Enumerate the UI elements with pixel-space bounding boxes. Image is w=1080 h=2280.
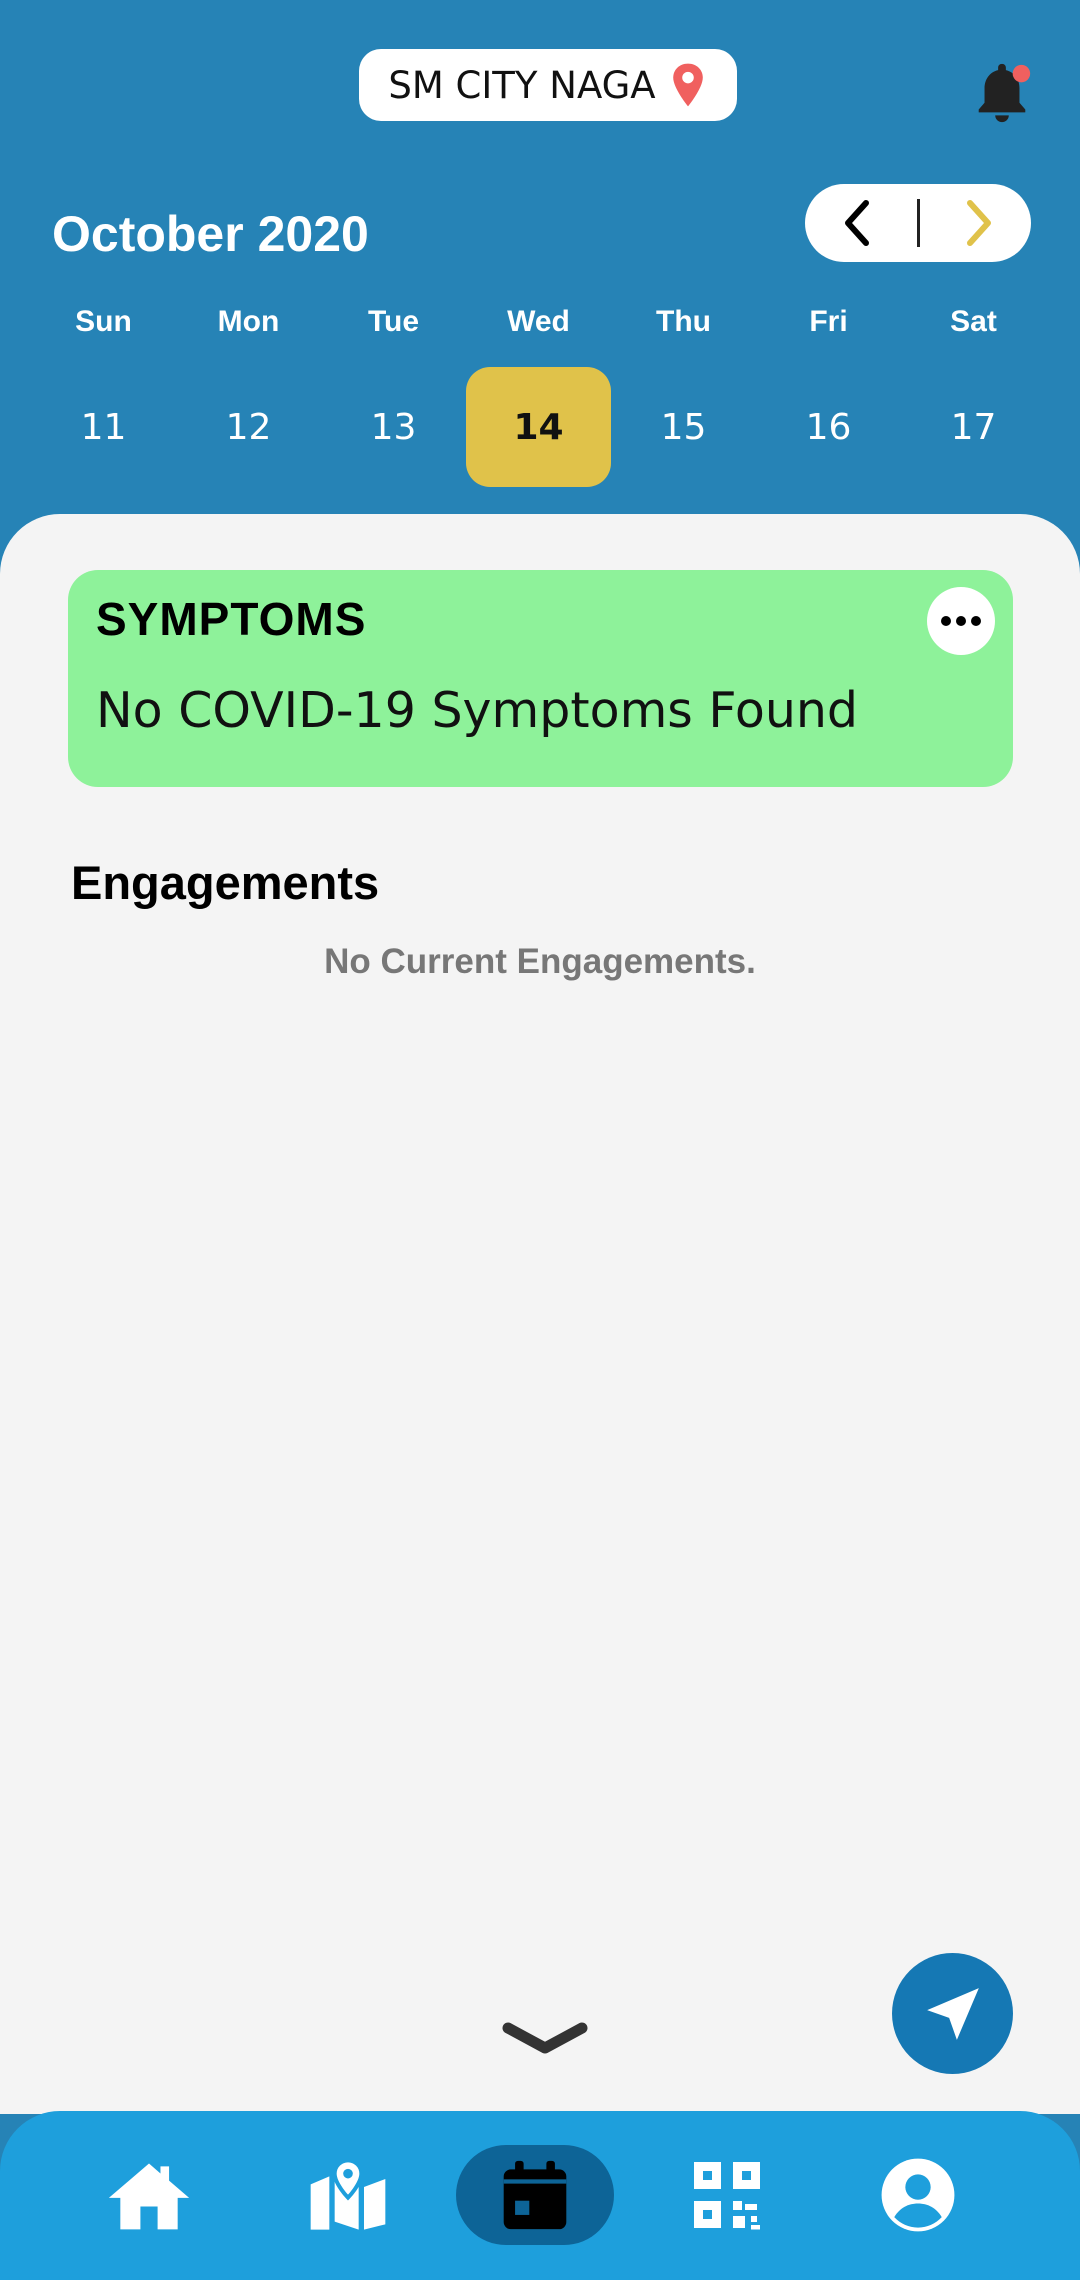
day-cell-selected[interactable]: 14 [466, 367, 611, 487]
day-number: 13 [370, 406, 417, 448]
weekday-label: Thu [656, 305, 711, 338]
engagements-title: Engagements [71, 856, 380, 909]
day-cell[interactable]: 12 [176, 367, 321, 487]
qr-code-icon [694, 2162, 760, 2230]
nav-map[interactable] [298, 2145, 398, 2245]
day-number: 12 [225, 406, 272, 448]
weekday-label: Wed [507, 305, 570, 338]
weekday-header: Sun Mon Tue Wed Thu Fri Sat [0, 305, 1080, 339]
day-cell[interactable]: 16 [756, 367, 901, 487]
nav-qr[interactable] [677, 2145, 777, 2245]
nav-divider [916, 199, 920, 247]
nav-calendar[interactable] [456, 2145, 614, 2245]
day-number: 16 [805, 406, 852, 448]
day-cell[interactable]: 13 [321, 367, 466, 487]
user-icon [881, 2158, 955, 2232]
map-pin-icon [672, 63, 703, 107]
calendar-icon [503, 2160, 567, 2230]
day-row: 11 12 13 14 15 16 17 [0, 367, 1080, 487]
day-cell[interactable]: 17 [901, 367, 1046, 487]
navigate-button[interactable] [892, 1953, 1013, 2074]
day-number: 11 [80, 406, 127, 448]
week-navigation [805, 184, 1031, 262]
bottom-navigation [0, 2111, 1080, 2280]
nav-profile[interactable] [868, 2145, 968, 2245]
chevron-left-icon [845, 200, 869, 246]
symptoms-card[interactable]: SYMPTOMS No COVID-19 Symptoms Found [68, 570, 1013, 787]
day-cell[interactable]: 11 [31, 367, 176, 487]
nav-home[interactable] [99, 2145, 199, 2245]
map-icon [310, 2158, 386, 2230]
symptoms-status: No COVID-19 Symptoms Found [96, 682, 859, 739]
symptoms-title: SYMPTOMS [96, 593, 367, 645]
more-options-button[interactable] [927, 587, 995, 655]
chevron-down-icon[interactable] [500, 2018, 590, 2058]
next-week-button[interactable] [957, 198, 1001, 248]
prev-week-button[interactable] [835, 198, 879, 248]
app-screen: SM CITY NAGA October 2020 Sun Mon Tue We… [0, 0, 1080, 2280]
navigation-arrow-icon [926, 1987, 979, 2040]
more-horizontal-icon [941, 616, 981, 626]
bell-icon[interactable] [972, 60, 1032, 126]
month-title: October 2020 [52, 206, 369, 262]
weekday-label: Mon [217, 305, 280, 338]
day-number: 17 [950, 406, 997, 448]
chevron-right-icon [967, 200, 991, 246]
day-number: 15 [660, 406, 707, 448]
day-cell[interactable]: 15 [611, 367, 756, 487]
weekday-label: Sat [950, 305, 997, 338]
weekday-label: Tue [367, 305, 420, 338]
location-label: SM CITY NAGA [388, 63, 656, 107]
location-selector[interactable]: SM CITY NAGA [359, 49, 737, 121]
home-icon [108, 2163, 190, 2230]
weekday-label: Fri [809, 305, 848, 338]
day-number: 14 [466, 367, 611, 487]
engagements-empty-message: No Current Engagements. [324, 942, 756, 981]
notification-badge [1012, 64, 1031, 83]
weekday-label: Sun [75, 305, 132, 338]
